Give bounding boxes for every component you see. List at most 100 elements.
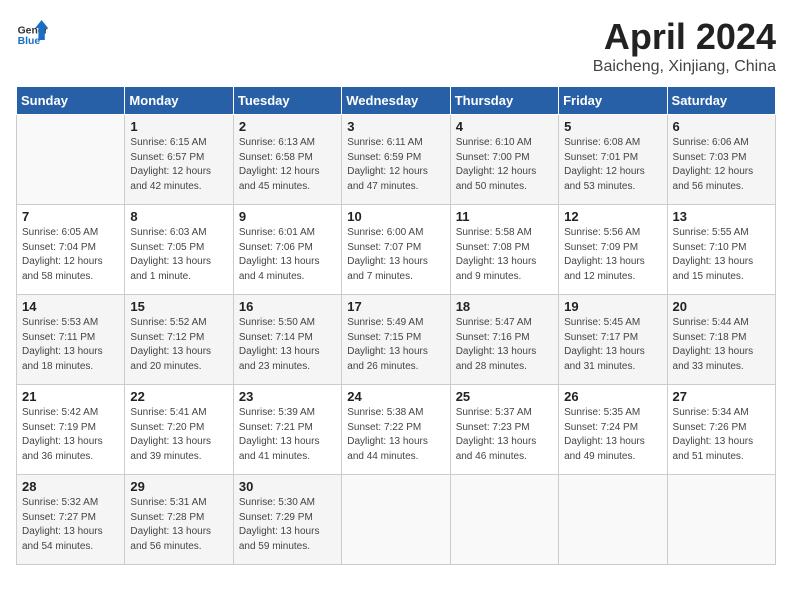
logo: General Blue	[16, 16, 48, 48]
calendar-week-row: 21 Sunrise: 5:42 AM Sunset: 7:19 PM Dayli…	[17, 385, 776, 475]
day-info: Sunrise: 5:47 AM Sunset: 7:16 PM Dayligh…	[456, 316, 553, 374]
calendar-cell: 25 Sunrise: 5:37 AM Sunset: 7:23 PM Dayli…	[450, 385, 558, 475]
calendar-cell: 12 Sunrise: 5:56 AM Sunset: 7:09 PM Dayli…	[559, 205, 667, 295]
day-number: 27	[673, 389, 770, 404]
day-number: 13	[673, 209, 770, 224]
day-number: 25	[456, 389, 553, 404]
calendar-cell	[667, 475, 775, 565]
day-number: 21	[22, 389, 119, 404]
day-info: Sunrise: 5:50 AM Sunset: 7:14 PM Dayligh…	[239, 316, 336, 374]
day-info: Sunrise: 5:45 AM Sunset: 7:17 PM Dayligh…	[564, 316, 661, 374]
header-wednesday: Wednesday	[342, 87, 450, 115]
calendar-cell: 16 Sunrise: 5:50 AM Sunset: 7:14 PM Dayli…	[233, 295, 341, 385]
calendar-cell: 11Sunrise: 5:58 AM Sunset: 7:08 PM Dayli…	[450, 205, 558, 295]
day-number: 4	[456, 119, 553, 134]
day-number: 9	[239, 209, 336, 224]
calendar-cell: 23 Sunrise: 5:39 AM Sunset: 7:21 PM Dayli…	[233, 385, 341, 475]
day-info: Sunrise: 5:42 AM Sunset: 7:19 PM Dayligh…	[22, 406, 119, 464]
calendar-week-row: 14 Sunrise: 5:53 AM Sunset: 7:11 PM Dayli…	[17, 295, 776, 385]
calendar-week-row: 7Sunrise: 6:05 AM Sunset: 7:04 PM Daylig…	[17, 205, 776, 295]
title-block: April 2024 Baicheng, Xinjiang, China	[593, 16, 776, 76]
day-info: Sunrise: 5:44 AM Sunset: 7:18 PM Dayligh…	[673, 316, 770, 374]
day-info: Sunrise: 6:11 AM Sunset: 6:59 PM Dayligh…	[347, 136, 444, 194]
calendar-cell: 19 Sunrise: 5:45 AM Sunset: 7:17 PM Dayli…	[559, 295, 667, 385]
page-header: General Blue April 2024 Baicheng, Xinjia…	[16, 16, 776, 76]
day-number: 26	[564, 389, 661, 404]
calendar-cell: 26 Sunrise: 5:35 AM Sunset: 7:24 PM Dayli…	[559, 385, 667, 475]
day-info: Sunrise: 6:06 AM Sunset: 7:03 PM Dayligh…	[673, 136, 770, 194]
calendar-cell: 15 Sunrise: 5:52 AM Sunset: 7:12 PM Dayli…	[125, 295, 233, 385]
calendar-table: SundayMondayTuesdayWednesdayThursdayFrid…	[16, 86, 776, 565]
calendar-cell: 3 Sunrise: 6:11 AM Sunset: 6:59 PM Daylig…	[342, 115, 450, 205]
calendar-cell: 13 Sunrise: 5:55 AM Sunset: 7:10 PM Dayli…	[667, 205, 775, 295]
day-number: 18	[456, 299, 553, 314]
day-number: 17	[347, 299, 444, 314]
day-number: 20	[673, 299, 770, 314]
day-number: 10	[347, 209, 444, 224]
day-number: 24	[347, 389, 444, 404]
calendar-cell: 22 Sunrise: 5:41 AM Sunset: 7:20 PM Dayli…	[125, 385, 233, 475]
calendar-week-row: 1Sunrise: 6:15 AM Sunset: 6:57 PM Daylig…	[17, 115, 776, 205]
day-number: 5	[564, 119, 661, 134]
day-info: Sunrise: 5:53 AM Sunset: 7:11 PM Dayligh…	[22, 316, 119, 374]
day-number: 12	[564, 209, 661, 224]
calendar-cell: 14 Sunrise: 5:53 AM Sunset: 7:11 PM Dayli…	[17, 295, 125, 385]
calendar-cell: 29 Sunrise: 5:31 AM Sunset: 7:28 PM Dayli…	[125, 475, 233, 565]
day-info: Sunrise: 6:13 AM Sunset: 6:58 PM Dayligh…	[239, 136, 336, 194]
day-info: Sunrise: 6:01 AM Sunset: 7:06 PM Dayligh…	[239, 226, 336, 284]
header-saturday: Saturday	[667, 87, 775, 115]
day-number: 30	[239, 479, 336, 494]
calendar-cell: 4 Sunrise: 6:10 AM Sunset: 7:00 PM Daylig…	[450, 115, 558, 205]
day-info: Sunrise: 5:34 AM Sunset: 7:26 PM Dayligh…	[673, 406, 770, 464]
calendar-cell: 20 Sunrise: 5:44 AM Sunset: 7:18 PM Dayli…	[667, 295, 775, 385]
day-info: Sunrise: 5:58 AM Sunset: 7:08 PM Dayligh…	[456, 226, 553, 284]
day-info: Sunrise: 6:05 AM Sunset: 7:04 PM Dayligh…	[22, 226, 119, 284]
calendar-cell: 10 Sunrise: 6:00 AM Sunset: 7:07 PM Dayli…	[342, 205, 450, 295]
calendar-cell: 24 Sunrise: 5:38 AM Sunset: 7:22 PM Dayli…	[342, 385, 450, 475]
month-title: April 2024	[593, 16, 776, 58]
calendar-cell: 28 Sunrise: 5:32 AM Sunset: 7:27 PM Dayli…	[17, 475, 125, 565]
day-number: 29	[130, 479, 227, 494]
calendar-cell	[559, 475, 667, 565]
header-monday: Monday	[125, 87, 233, 115]
logo-icon: General Blue	[16, 16, 48, 48]
day-number: 16	[239, 299, 336, 314]
day-info: Sunrise: 5:38 AM Sunset: 7:22 PM Dayligh…	[347, 406, 444, 464]
day-info: Sunrise: 5:41 AM Sunset: 7:20 PM Dayligh…	[130, 406, 227, 464]
day-number: 23	[239, 389, 336, 404]
calendar-cell: 7Sunrise: 6:05 AM Sunset: 7:04 PM Daylig…	[17, 205, 125, 295]
day-number: 22	[130, 389, 227, 404]
day-number: 8	[130, 209, 227, 224]
calendar-cell: 2 Sunrise: 6:13 AM Sunset: 6:58 PM Daylig…	[233, 115, 341, 205]
day-info: Sunrise: 5:30 AM Sunset: 7:29 PM Dayligh…	[239, 496, 336, 554]
day-number: 3	[347, 119, 444, 134]
calendar-cell: 21 Sunrise: 5:42 AM Sunset: 7:19 PM Dayli…	[17, 385, 125, 475]
day-info: Sunrise: 5:56 AM Sunset: 7:09 PM Dayligh…	[564, 226, 661, 284]
day-number: 15	[130, 299, 227, 314]
day-info: Sunrise: 5:39 AM Sunset: 7:21 PM Dayligh…	[239, 406, 336, 464]
day-number: 14	[22, 299, 119, 314]
calendar-cell: 9 Sunrise: 6:01 AM Sunset: 7:06 PM Daylig…	[233, 205, 341, 295]
day-number: 19	[564, 299, 661, 314]
calendar-cell: 17Sunrise: 5:49 AM Sunset: 7:15 PM Dayli…	[342, 295, 450, 385]
header-friday: Friday	[559, 87, 667, 115]
weekday-header-row: SundayMondayTuesdayWednesdayThursdayFrid…	[17, 87, 776, 115]
calendar-cell: 27 Sunrise: 5:34 AM Sunset: 7:26 PM Dayli…	[667, 385, 775, 475]
calendar-cell: 6Sunrise: 6:06 AM Sunset: 7:03 PM Daylig…	[667, 115, 775, 205]
day-info: Sunrise: 5:31 AM Sunset: 7:28 PM Dayligh…	[130, 496, 227, 554]
calendar-cell: 30 Sunrise: 5:30 AM Sunset: 7:29 PM Dayli…	[233, 475, 341, 565]
day-number: 2	[239, 119, 336, 134]
day-info: Sunrise: 5:35 AM Sunset: 7:24 PM Dayligh…	[564, 406, 661, 464]
header-tuesday: Tuesday	[233, 87, 341, 115]
calendar-cell	[17, 115, 125, 205]
day-info: Sunrise: 6:00 AM Sunset: 7:07 PM Dayligh…	[347, 226, 444, 284]
day-info: Sunrise: 5:55 AM Sunset: 7:10 PM Dayligh…	[673, 226, 770, 284]
day-info: Sunrise: 5:52 AM Sunset: 7:12 PM Dayligh…	[130, 316, 227, 374]
calendar-cell: 1Sunrise: 6:15 AM Sunset: 6:57 PM Daylig…	[125, 115, 233, 205]
location-title: Baicheng, Xinjiang, China	[593, 58, 776, 76]
day-info: Sunrise: 5:32 AM Sunset: 7:27 PM Dayligh…	[22, 496, 119, 554]
day-number: 1	[130, 119, 227, 134]
day-info: Sunrise: 6:10 AM Sunset: 7:00 PM Dayligh…	[456, 136, 553, 194]
day-number: 28	[22, 479, 119, 494]
day-info: Sunrise: 5:37 AM Sunset: 7:23 PM Dayligh…	[456, 406, 553, 464]
